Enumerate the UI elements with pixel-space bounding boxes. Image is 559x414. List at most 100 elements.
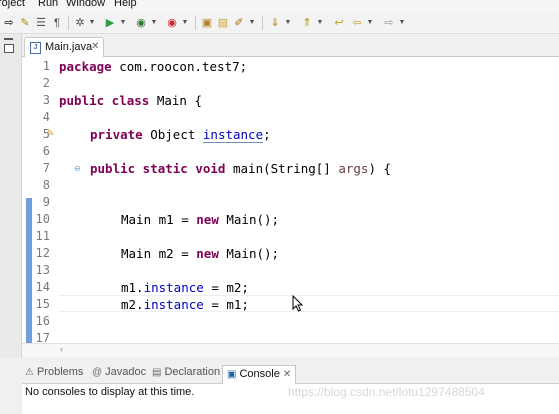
line-number: 2 xyxy=(42,76,50,90)
toolbar-separator xyxy=(195,16,196,30)
code-text: Main m1 = xyxy=(121,212,197,227)
field-name: instance xyxy=(143,280,204,295)
editor-tab-bar: J Main.java ✕ xyxy=(22,35,559,57)
tab-label: Javadoc xyxy=(105,366,147,378)
code-text: = m2; xyxy=(203,280,249,295)
previous-annotation-icon[interactable]: ⇑ xyxy=(300,15,314,31)
line-number: 4 xyxy=(42,110,50,124)
keyword: private xyxy=(90,127,143,142)
horizontal-scrollbar[interactable]: ‹ xyxy=(22,343,559,357)
toolbar-separator xyxy=(68,16,69,30)
tab-problems[interactable]: ⚠ Problems xyxy=(25,366,83,382)
code-text: com.roocon.test7; xyxy=(111,59,248,74)
line-number: 12 xyxy=(35,246,50,260)
field-name: instance xyxy=(202,127,264,143)
code-line: public static void main(String[] args) { xyxy=(90,160,391,177)
collapse-icon[interactable]: ⊖ xyxy=(74,164,81,173)
field-name: instance xyxy=(143,297,204,312)
code-text: = m1; xyxy=(203,297,249,312)
code-editor[interactable]: ✎ ⊖ 1 2 3 4 5 6 7 8 9 10 11 12 13 14 15 … xyxy=(22,57,559,357)
bottom-panel-tabs: ⚠ Problems @ Javadoc ▤ Declaration ▣ Console… xyxy=(22,364,559,384)
code-text: ; xyxy=(263,127,271,142)
keyword: new xyxy=(196,246,219,261)
line-number: 10 xyxy=(35,212,50,226)
tab-main-java[interactable]: J Main.java ✕ xyxy=(24,37,104,57)
chevron-down-icon[interactable]: ▼ xyxy=(88,15,96,31)
code-line: private Object instance; xyxy=(90,126,271,143)
line-number: 3 xyxy=(42,93,50,107)
tab-console[interactable]: ▣ Console ✕ xyxy=(222,365,297,384)
toolbar: ⇨ ✎ ☰ ¶ ✲ ▼ ▶ ▼ ◉ ▼ ◉ ▼ ▣ ▤ ✐ ▼ ⇓ ▼ ⇑ ▼ … xyxy=(0,12,559,34)
tab-label: Declaration xyxy=(164,366,221,378)
keyword: public class xyxy=(59,93,150,108)
line-number: 7 xyxy=(42,161,50,175)
menu-run[interactable]: Run xyxy=(38,0,58,9)
code-text: Object xyxy=(142,127,203,142)
menu-window[interactable]: Window xyxy=(66,0,105,9)
code-text: ) { xyxy=(368,161,392,176)
tab-label: Console xyxy=(239,368,280,380)
close-icon[interactable]: ✕ xyxy=(91,41,99,52)
chevron-down-icon[interactable]: ▼ xyxy=(150,15,158,31)
line-number: 5 xyxy=(42,127,50,141)
chevron-down-icon[interactable]: ▼ xyxy=(316,15,324,31)
open-folder-icon[interactable]: ▤ xyxy=(216,15,230,31)
next-annotation-icon[interactable]: ⇓ xyxy=(268,15,282,31)
last-edit-icon[interactable]: ↩ xyxy=(332,15,346,31)
left-trim-bar xyxy=(0,34,22,358)
line-number: 15 xyxy=(35,297,50,311)
chevron-down-icon[interactable]: ▼ xyxy=(366,15,374,31)
javadoc-icon: @ xyxy=(92,367,103,378)
argument-name: args xyxy=(338,161,369,176)
keyword: new xyxy=(196,212,219,227)
problems-icon: ⚠ xyxy=(25,367,34,378)
chevron-down-icon[interactable]: ▼ xyxy=(398,15,406,31)
tab-declaration[interactable]: ▤ Declaration xyxy=(152,366,220,382)
restore-icon[interactable] xyxy=(4,44,14,53)
code-line: m1.instance = m2; xyxy=(121,279,249,296)
tab-label: Main.java xyxy=(45,41,93,53)
close-icon[interactable]: ✕ xyxy=(283,369,291,380)
chevron-down-icon[interactable]: ▼ xyxy=(248,15,256,31)
code-text: Main(); xyxy=(218,246,280,261)
keyword: package xyxy=(59,59,112,74)
edit-icon[interactable]: ✎ xyxy=(18,15,32,31)
keyword: public static void xyxy=(90,161,226,176)
scroll-left-icon[interactable]: ‹ xyxy=(60,344,63,354)
code-text: main(String[] xyxy=(225,161,339,176)
console-message: No consoles to display at this time. xyxy=(25,386,195,398)
code-text: m1. xyxy=(121,280,144,295)
code-line: package com.roocon.test7; xyxy=(59,58,247,75)
list-icon[interactable]: ☰ xyxy=(34,15,48,31)
menu-project[interactable]: roject xyxy=(0,0,25,9)
watermark-text: https://blog.csdn.net/lotu1297488504 xyxy=(288,385,485,399)
line-number: 13 xyxy=(35,263,50,277)
pen-icon[interactable]: ✐ xyxy=(232,15,246,31)
changed-lines-bar xyxy=(26,198,32,345)
declaration-icon: ▤ xyxy=(152,367,162,378)
line-number: 1 xyxy=(42,59,50,73)
menu-help[interactable]: Help xyxy=(114,0,137,9)
run-icon[interactable]: ▶ xyxy=(103,15,117,31)
line-number: 8 xyxy=(42,178,50,192)
back-icon[interactable]: ⇦ xyxy=(350,15,364,31)
minimize-icon[interactable] xyxy=(4,38,13,40)
mouse-pointer-icon xyxy=(292,295,303,312)
code-text: Main m2 = xyxy=(121,246,197,261)
new-package-icon[interactable]: ▣ xyxy=(200,15,214,31)
line-number: 6 xyxy=(42,144,50,158)
chevron-down-icon[interactable]: ▼ xyxy=(181,15,189,31)
chevron-down-icon[interactable]: ▼ xyxy=(284,15,292,31)
coverage-icon[interactable]: ◉ xyxy=(134,15,148,31)
code-line: Main m2 = new Main(); xyxy=(121,245,279,262)
chevron-down-icon[interactable]: ▼ xyxy=(119,15,127,31)
tab-label: Problems xyxy=(36,366,84,378)
line-number: 14 xyxy=(35,280,50,294)
external-tools-icon[interactable]: ◉ xyxy=(165,15,179,31)
debug-icon[interactable]: ✲ xyxy=(73,15,87,31)
forward-icon[interactable]: ⇨ xyxy=(382,15,396,31)
quick-access-icon[interactable]: ⇨ xyxy=(2,15,16,31)
code-text: m2. xyxy=(121,297,144,312)
tab-javadoc[interactable]: @ Javadoc xyxy=(92,366,146,382)
paragraph-icon[interactable]: ¶ xyxy=(50,15,64,31)
